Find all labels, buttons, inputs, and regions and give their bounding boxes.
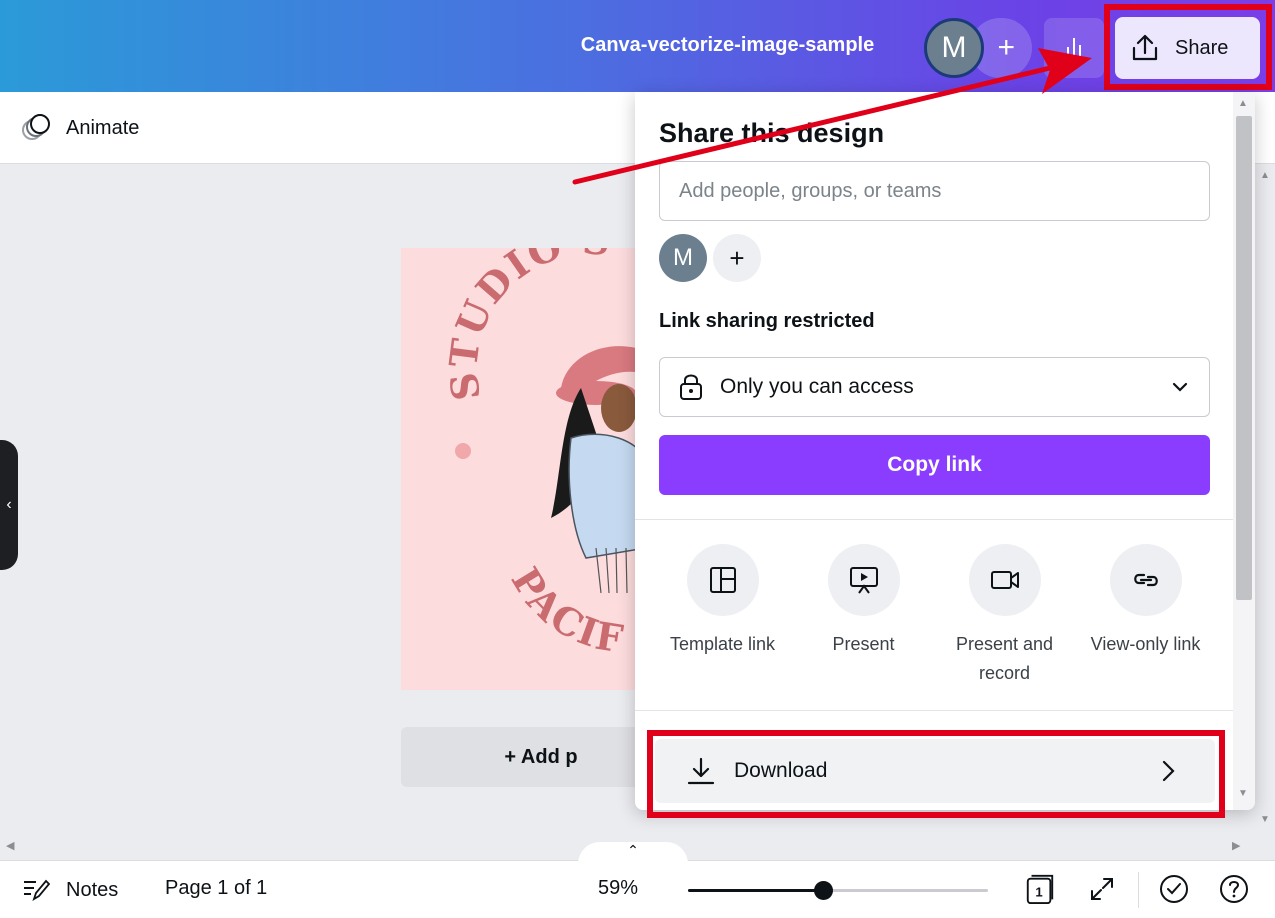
user-avatar[interactable]: M bbox=[924, 18, 984, 78]
page-count-button[interactable]: 1 bbox=[1024, 873, 1056, 905]
page-count-badge: 1 bbox=[1035, 885, 1042, 900]
vertical-scrollbar[interactable]: ▲ ▼ bbox=[1256, 164, 1275, 834]
zoom-slider-thumb[interactable] bbox=[813, 881, 833, 900]
member-avatar[interactable]: M bbox=[659, 234, 707, 282]
download-highlight-box bbox=[647, 730, 1225, 818]
notes-button[interactable]: Notes bbox=[22, 877, 118, 903]
copy-link-button[interactable]: Copy link bbox=[659, 435, 1210, 495]
share-panel-title: Share this design bbox=[659, 118, 885, 148]
pages-icon: 1 bbox=[1026, 874, 1054, 905]
present-and-record-label: Present and record bbox=[955, 634, 1054, 683]
template-link-label: Template link bbox=[669, 634, 776, 654]
help-icon bbox=[1220, 875, 1248, 903]
present-circle bbox=[827, 544, 900, 616]
present-screen-icon bbox=[849, 567, 878, 594]
animate-label: Animate bbox=[66, 116, 140, 139]
fullscreen-button[interactable] bbox=[1086, 873, 1118, 905]
scroll-right-icon: ▶ bbox=[1232, 840, 1241, 852]
template-link-circle bbox=[686, 544, 759, 616]
access-level-value: Only you can access bbox=[720, 375, 914, 398]
template-layout-icon bbox=[709, 567, 736, 593]
check-circle-icon bbox=[1160, 875, 1188, 903]
notes-pen-icon bbox=[24, 879, 50, 902]
view-only-link-option[interactable]: View-only link bbox=[1075, 544, 1216, 659]
expand-pages-handle[interactable]: ⌃ bbox=[578, 842, 688, 864]
collapse-side-panel-button[interactable]: ‹ bbox=[0, 440, 18, 570]
plus-icon: + bbox=[997, 31, 1015, 64]
zoom-slider-fill bbox=[688, 889, 823, 892]
page-indicator: Page 1 of 1 bbox=[165, 877, 268, 899]
insights-button[interactable] bbox=[1044, 18, 1104, 78]
scroll-down-icon: ▼ bbox=[1260, 814, 1270, 825]
link-sharing-label: Link sharing restricted bbox=[659, 310, 875, 332]
help-button[interactable] bbox=[1218, 873, 1250, 905]
present-option[interactable]: Present bbox=[793, 544, 934, 659]
present-and-record-option[interactable]: Present and record bbox=[934, 544, 1075, 688]
add-member-button[interactable]: + bbox=[713, 234, 761, 282]
video-camera-icon bbox=[990, 571, 1019, 589]
animate-circles-icon bbox=[22, 114, 50, 140]
panel-divider-2 bbox=[635, 710, 1235, 711]
document-title[interactable]: Canva-vectorize-image-sample bbox=[560, 34, 895, 57]
chevron-down-icon bbox=[1172, 382, 1188, 392]
panel-scroll-up-icon: ▲ bbox=[1238, 98, 1248, 109]
present-and-record-circle bbox=[968, 544, 1041, 616]
view-only-link-label: View-only link bbox=[1090, 634, 1201, 654]
bar-chart-icon bbox=[1063, 38, 1085, 60]
zoom-percentage[interactable]: 59% bbox=[598, 877, 638, 900]
scroll-left-icon: ◀ bbox=[6, 840, 15, 852]
view-only-link-circle bbox=[1109, 544, 1182, 616]
share-panel-scrollbar[interactable]: ▲ ▼ bbox=[1233, 92, 1255, 810]
animate-button[interactable]: Animate bbox=[20, 112, 139, 144]
access-level-select[interactable]: Only you can access bbox=[659, 357, 1210, 417]
chevron-up-icon: ⌃ bbox=[627, 842, 639, 858]
share-panel: Share this design M + Link sharing restr… bbox=[635, 92, 1255, 810]
chevron-left-icon: ‹ bbox=[6, 496, 12, 513]
present-label: Present bbox=[832, 634, 895, 654]
add-people-input[interactable] bbox=[659, 161, 1210, 221]
link-icon bbox=[1133, 573, 1158, 587]
panel-scroll-down-icon: ▼ bbox=[1238, 788, 1248, 799]
check-status-button[interactable] bbox=[1158, 873, 1190, 905]
template-link-option[interactable]: Template link bbox=[652, 544, 793, 659]
share-highlight-box bbox=[1104, 4, 1272, 90]
panel-divider bbox=[635, 519, 1235, 520]
expand-icon bbox=[1091, 878, 1113, 900]
notes-label: Notes bbox=[66, 878, 119, 901]
footer-divider bbox=[1138, 872, 1139, 908]
zoom-slider[interactable] bbox=[688, 881, 988, 900]
share-panel-scroll-thumb[interactable] bbox=[1236, 116, 1252, 600]
lock-icon bbox=[680, 374, 702, 400]
scroll-up-icon: ▲ bbox=[1260, 170, 1270, 181]
svg-text:PACIF: PACIF bbox=[503, 559, 628, 661]
design-text-bottom: PACIF bbox=[503, 559, 626, 661]
